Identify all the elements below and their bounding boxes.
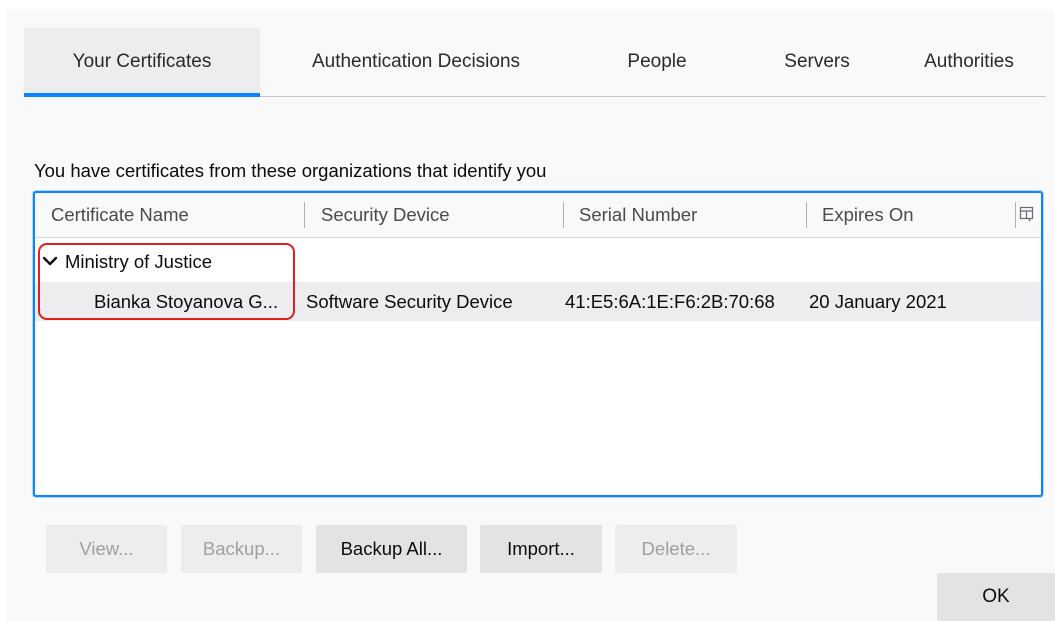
backup-button[interactable]: Backup...: [181, 525, 302, 573]
column-header-security-device[interactable]: Security Device: [321, 193, 561, 237]
ok-button[interactable]: OK: [937, 573, 1055, 621]
tree-header: Certificate Name Security Device Serial …: [35, 193, 1041, 238]
column-splitter[interactable]: [1015, 202, 1016, 228]
expires-on-cell: 20 January 2021: [809, 290, 947, 312]
import-button[interactable]: Import...: [480, 525, 602, 573]
column-splitter[interactable]: [563, 202, 564, 228]
serial-number-cell: 41:E5:6A:1E:F6:2B:70:68: [565, 290, 775, 312]
column-splitter[interactable]: [304, 202, 305, 228]
tab-authentication-decisions[interactable]: Authentication Decisions: [260, 28, 572, 96]
column-header-expires-on[interactable]: Expires On: [822, 193, 1012, 237]
tab-label: Your Certificates: [72, 51, 212, 72]
tab-authorities[interactable]: Authorities: [892, 28, 1046, 96]
tab-label: Authorities: [924, 51, 1014, 72]
view-button[interactable]: View...: [46, 525, 167, 573]
section-description: You have certificates from these organiz…: [34, 160, 547, 181]
security-device-cell: Software Security Device: [306, 290, 513, 312]
column-header-certificate-name[interactable]: Certificate Name: [51, 193, 301, 237]
column-splitter[interactable]: [806, 202, 807, 228]
tab-label: Servers: [784, 51, 850, 72]
column-header-serial-number[interactable]: Serial Number: [579, 193, 804, 237]
tab-bar: Your Certificates Authentication Decisio…: [24, 28, 1046, 97]
tab-your-certificates[interactable]: Your Certificates: [24, 28, 260, 97]
tab-label: People: [627, 51, 687, 72]
tab-label: Authentication Decisions: [311, 51, 521, 72]
backup-all-button[interactable]: Backup All...: [316, 525, 467, 573]
tab-servers[interactable]: Servers: [742, 28, 892, 96]
certificate-tree[interactable]: Certificate Name Security Device Serial …: [33, 191, 1043, 497]
tab-people[interactable]: People: [572, 28, 742, 96]
delete-button[interactable]: Delete...: [615, 525, 737, 573]
column-picker-icon[interactable]: [1019, 205, 1035, 223]
annotation-highlight-box: [38, 243, 295, 320]
